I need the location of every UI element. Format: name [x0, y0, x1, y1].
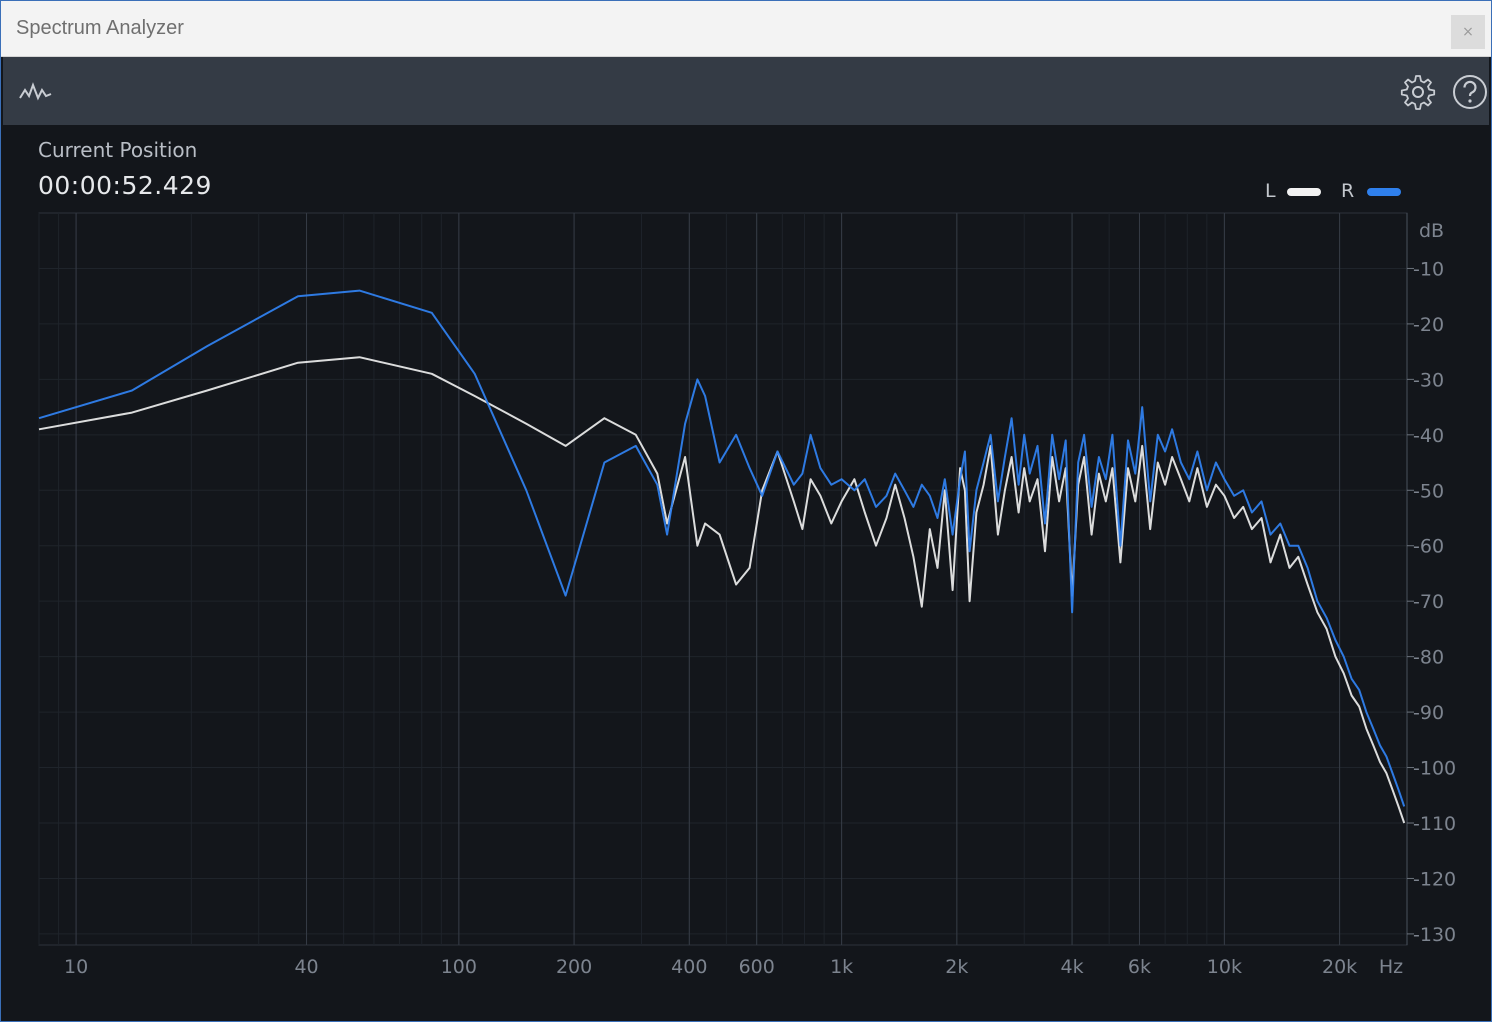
help-icon[interactable] — [1451, 73, 1489, 111]
x-tick-label: 10 — [64, 956, 88, 978]
title-bar[interactable]: Spectrum Analyzer × — [1, 1, 1491, 57]
spectrum-chart[interactable]: 10 40 100 200 400 600 1k 2k 4k 6k 10k 20k Hz -10 -20 -3… — [3, 125, 1491, 1019]
y-tick-label: -50 — [1413, 480, 1444, 502]
x-tick-label: 200 — [556, 956, 592, 978]
y-tick-label: -30 — [1413, 369, 1444, 391]
y-tick-label: -90 — [1413, 702, 1444, 724]
y-tick-label: -40 — [1413, 425, 1444, 447]
close-button[interactable]: × — [1451, 15, 1485, 49]
x-tick-label: 600 — [739, 956, 775, 978]
x-tick-label: 400 — [671, 956, 707, 978]
x-tick-label: 6k — [1128, 956, 1151, 978]
toolbar — [3, 57, 1489, 125]
x-tick-label: 40 — [294, 956, 318, 978]
y-tick-label: -130 — [1413, 924, 1456, 946]
x-tick-label: 20k — [1322, 956, 1357, 978]
y-tick-label: -80 — [1413, 647, 1444, 669]
window-title: Spectrum Analyzer — [16, 17, 184, 39]
spectrum-analyzer-window: Spectrum Analyzer × Current Position 00:… — [0, 0, 1492, 1022]
x-tick-label: 100 — [441, 956, 477, 978]
y-axis-unit: dB — [1419, 220, 1444, 242]
y-tick-label: -70 — [1413, 591, 1444, 613]
x-tick-label: 10k — [1207, 956, 1242, 978]
x-tick-label: 4k — [1061, 956, 1084, 978]
y-tick-label: -60 — [1413, 536, 1444, 558]
x-tick-label: 2k — [945, 956, 968, 978]
y-tick-label: -10 — [1413, 258, 1444, 280]
x-tick-label: 1k — [830, 956, 853, 978]
y-tick-label: -120 — [1413, 868, 1456, 890]
y-tick-label: -100 — [1413, 758, 1456, 780]
x-axis-unit: Hz — [1379, 956, 1403, 978]
analyzer-panel: Current Position 00:00:52.429 L R 10 40 10… — [3, 125, 1489, 1019]
y-tick-label: -110 — [1413, 813, 1456, 835]
plot-area — [38, 212, 1408, 946]
y-tick-label: -20 — [1413, 314, 1444, 336]
spectrum-icon[interactable] — [17, 73, 55, 111]
gear-icon[interactable] — [1399, 73, 1437, 111]
